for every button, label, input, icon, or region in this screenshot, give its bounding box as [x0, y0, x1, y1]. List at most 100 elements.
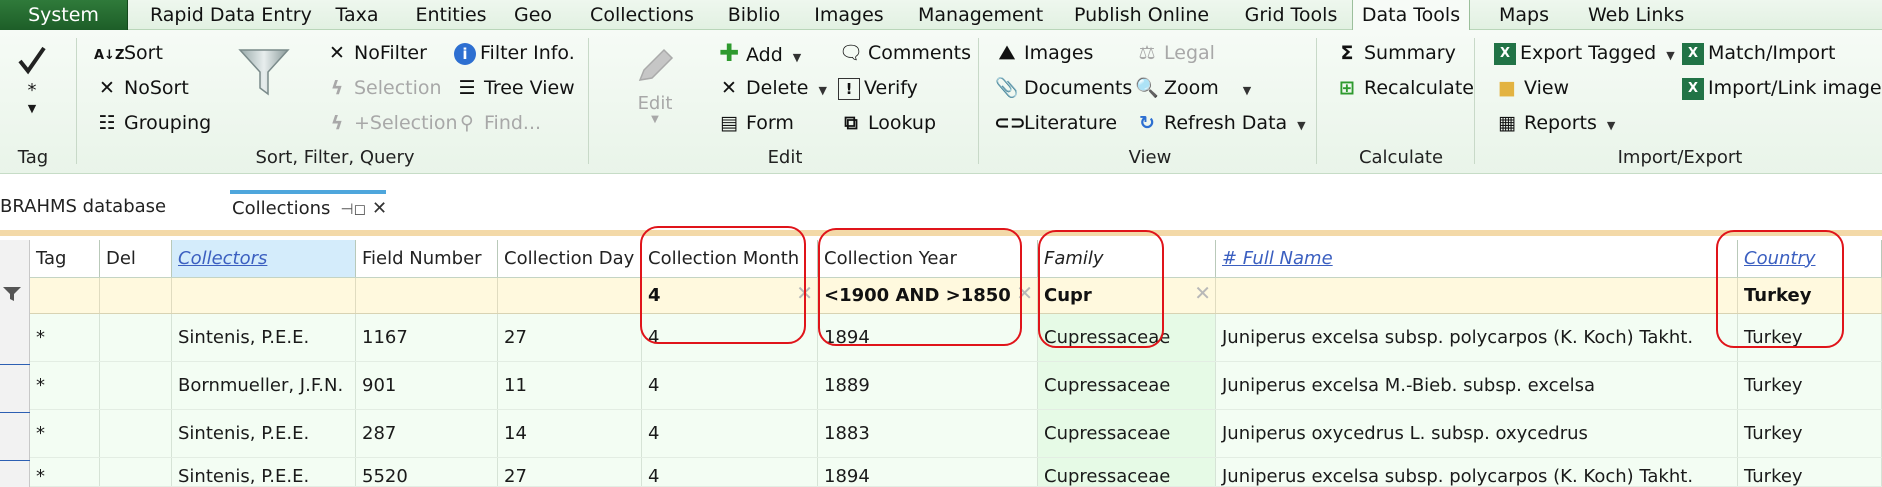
cell-country[interactable]: Turkey — [1738, 410, 1882, 457]
menu-tab-images[interactable]: Images — [814, 0, 884, 30]
cell-collection-year[interactable]: 1883 — [818, 410, 1038, 457]
column-header-collectors[interactable]: Collectors — [172, 240, 356, 277]
filter-cell-del[interactable] — [100, 278, 172, 313]
nosort-button[interactable]: ✕ NoSort — [94, 73, 189, 103]
doc-tab-brahms-database[interactable]: BRAHMS database — [0, 190, 166, 224]
column-header-country[interactable]: Country — [1738, 240, 1882, 277]
filter-cell-country[interactable]: Turkey — [1738, 278, 1882, 313]
zoom-button[interactable]: 🔍 Zoom ▼ — [1134, 73, 1251, 103]
cell-collection-day[interactable]: 11 — [498, 362, 642, 409]
column-header-collection-day[interactable]: Collection Day — [498, 240, 642, 277]
cell-tag[interactable]: * — [30, 410, 100, 457]
cell-field-number[interactable]: 287 — [356, 410, 498, 457]
cell-collection-year[interactable]: 1894 — [818, 458, 1038, 486]
cell-collection-month[interactable]: 4 — [642, 410, 818, 457]
cell-field-number[interactable]: 5520 — [356, 458, 498, 486]
filter-info-button[interactable]: i Filter Info. — [454, 38, 575, 68]
lookup-button[interactable]: ⧉ Lookup — [838, 108, 936, 138]
menu-tab-management[interactable]: Management — [918, 0, 1043, 30]
form-button[interactable]: ▤ Form — [716, 108, 794, 138]
tag-button[interactable]: * ▼ — [12, 44, 52, 140]
column-header-tag[interactable]: Tag — [30, 240, 100, 277]
cell-family[interactable]: Cupressaceae — [1038, 362, 1216, 409]
menu-tab-data-tools[interactable]: Data Tools — [1352, 0, 1470, 31]
menu-tab-collections[interactable]: Collections — [590, 0, 694, 30]
menu-tab-publish-online[interactable]: Publish Online — [1074, 0, 1209, 30]
plus-selection-button[interactable]: ϟ +Selection — [324, 108, 458, 138]
filter-cell-collection-day[interactable] — [498, 278, 642, 313]
import-link-images-button[interactable]: X Import/Link images — [1682, 73, 1882, 103]
selection-button[interactable]: ϟ Selection — [324, 73, 442, 103]
cell-full-name[interactable]: Juniperus oxycedrus L. subsp. oxycedrus — [1216, 410, 1738, 457]
filter-cell-full-name[interactable] — [1216, 278, 1738, 313]
filter-cell-field-number[interactable] — [356, 278, 498, 313]
tree-view-button[interactable]: ☰ Tree View — [454, 73, 574, 103]
cell-family[interactable]: Cupressaceae — [1038, 314, 1216, 361]
cell-collection-day[interactable]: 14 — [498, 410, 642, 457]
cell-tag[interactable]: * — [30, 314, 100, 361]
cell-collectors[interactable]: Bornmueller, J.F.N. — [172, 362, 356, 409]
sort-button[interactable]: A↓ZSort — [94, 38, 163, 68]
doc-tab-collections[interactable]: Collections ⊣◻ ✕ — [230, 190, 387, 224]
cell-collectors[interactable]: Sintenis, P.E.E. — [172, 410, 356, 457]
clear-filter-icon[interactable]: ✕ — [1194, 283, 1211, 303]
legal-button[interactable]: ⚖ Legal — [1134, 38, 1214, 68]
cell-family[interactable]: Cupressaceae — [1038, 410, 1216, 457]
cell-collection-month[interactable]: 4 — [642, 458, 818, 486]
menu-tab-geo[interactable]: Geo — [512, 0, 554, 30]
cell-collection-month[interactable]: 4 — [642, 314, 818, 361]
cell-country[interactable]: Turkey — [1738, 458, 1882, 486]
table-row[interactable]: * Bornmueller, J.F.N. 901 11 4 1889 Cupr… — [30, 362, 1882, 410]
cell-country[interactable]: Turkey — [1738, 314, 1882, 361]
literature-button[interactable]: ⊂⊃Literature — [994, 108, 1117, 138]
documents-button[interactable]: 📎 Documents — [994, 73, 1132, 103]
filter-funnel-button[interactable] — [236, 44, 296, 108]
edit-big-button[interactable]: Edit ▼ — [622, 42, 688, 138]
column-header-collection-year[interactable]: Collection Year — [818, 240, 1038, 277]
cell-field-number[interactable]: 901 — [356, 362, 498, 409]
cell-del[interactable] — [100, 314, 172, 361]
menu-tab-taxa[interactable]: Taxa — [330, 0, 384, 30]
menu-tab-entities[interactable]: Entities — [410, 0, 492, 30]
clear-filter-icon[interactable]: ✕ — [1016, 283, 1033, 303]
cell-collectors[interactable]: Sintenis, P.E.E. — [172, 458, 356, 486]
filter-cell-collectors[interactable] — [172, 278, 356, 313]
cell-family[interactable]: Cupressaceae — [1038, 458, 1216, 486]
cell-del[interactable] — [100, 362, 172, 409]
refresh-data-button[interactable]: ↻ Refresh Data ▼ — [1134, 108, 1306, 138]
filter-cell-collection-month[interactable]: 4 ✕ — [642, 278, 818, 313]
comments-button[interactable]: 🗨 Comments — [838, 38, 971, 68]
clear-filter-icon[interactable]: ✕ — [796, 283, 813, 303]
filter-cell-tag[interactable] — [30, 278, 100, 313]
view-folder-button[interactable]: ■ View — [1494, 73, 1569, 103]
column-header-full-name[interactable]: # Full Name — [1216, 240, 1738, 277]
column-header-del[interactable]: Del — [100, 240, 172, 277]
table-row[interactable]: * Sintenis, P.E.E. 287 14 4 1883 Cupress… — [30, 410, 1882, 458]
close-icon[interactable]: ✕ — [372, 198, 387, 219]
cell-collection-year[interactable]: 1889 — [818, 362, 1038, 409]
menu-tab-maps[interactable]: Maps — [1498, 0, 1550, 30]
cell-collection-month[interactable]: 4 — [642, 362, 818, 409]
menu-tab-system[interactable]: System — [0, 0, 128, 30]
menu-tab-biblio[interactable]: Biblio — [724, 0, 784, 30]
reports-button[interactable]: ▦ Reports ▼ — [1494, 108, 1615, 138]
menu-tab-web-links[interactable]: Web Links — [1588, 0, 1684, 30]
cell-full-name[interactable]: Juniperus excelsa M.-Bieb. subsp. excels… — [1216, 362, 1738, 409]
match-import-button[interactable]: X Match/Import — [1682, 38, 1835, 68]
cell-collection-day[interactable]: 27 — [498, 458, 642, 486]
cell-full-name[interactable]: Juniperus excelsa subsp. polycarpos (K. … — [1216, 458, 1738, 486]
column-header-collection-month[interactable]: Collection Month — [642, 240, 818, 277]
cell-del[interactable] — [100, 458, 172, 486]
summary-button[interactable]: Σ Summary — [1334, 38, 1456, 68]
cell-tag[interactable]: * — [30, 458, 100, 486]
cell-tag[interactable]: * — [30, 362, 100, 409]
verify-button[interactable]: ! Verify — [838, 73, 918, 103]
column-header-field-number[interactable]: Field Number — [356, 240, 498, 277]
menu-tab-rapid-data-entry[interactable]: Rapid Data Entry — [150, 0, 312, 30]
recalculate-button[interactable]: ⊞ Recalculate — [1334, 73, 1474, 103]
pin-icon[interactable]: ⊣◻ — [340, 200, 366, 218]
menu-tab-grid-tools[interactable]: Grid Tools — [1240, 0, 1342, 30]
cell-collection-day[interactable]: 27 — [498, 314, 642, 361]
find-button[interactable]: ⚲ Find... — [454, 108, 541, 138]
column-header-family[interactable]: Family — [1038, 240, 1216, 277]
